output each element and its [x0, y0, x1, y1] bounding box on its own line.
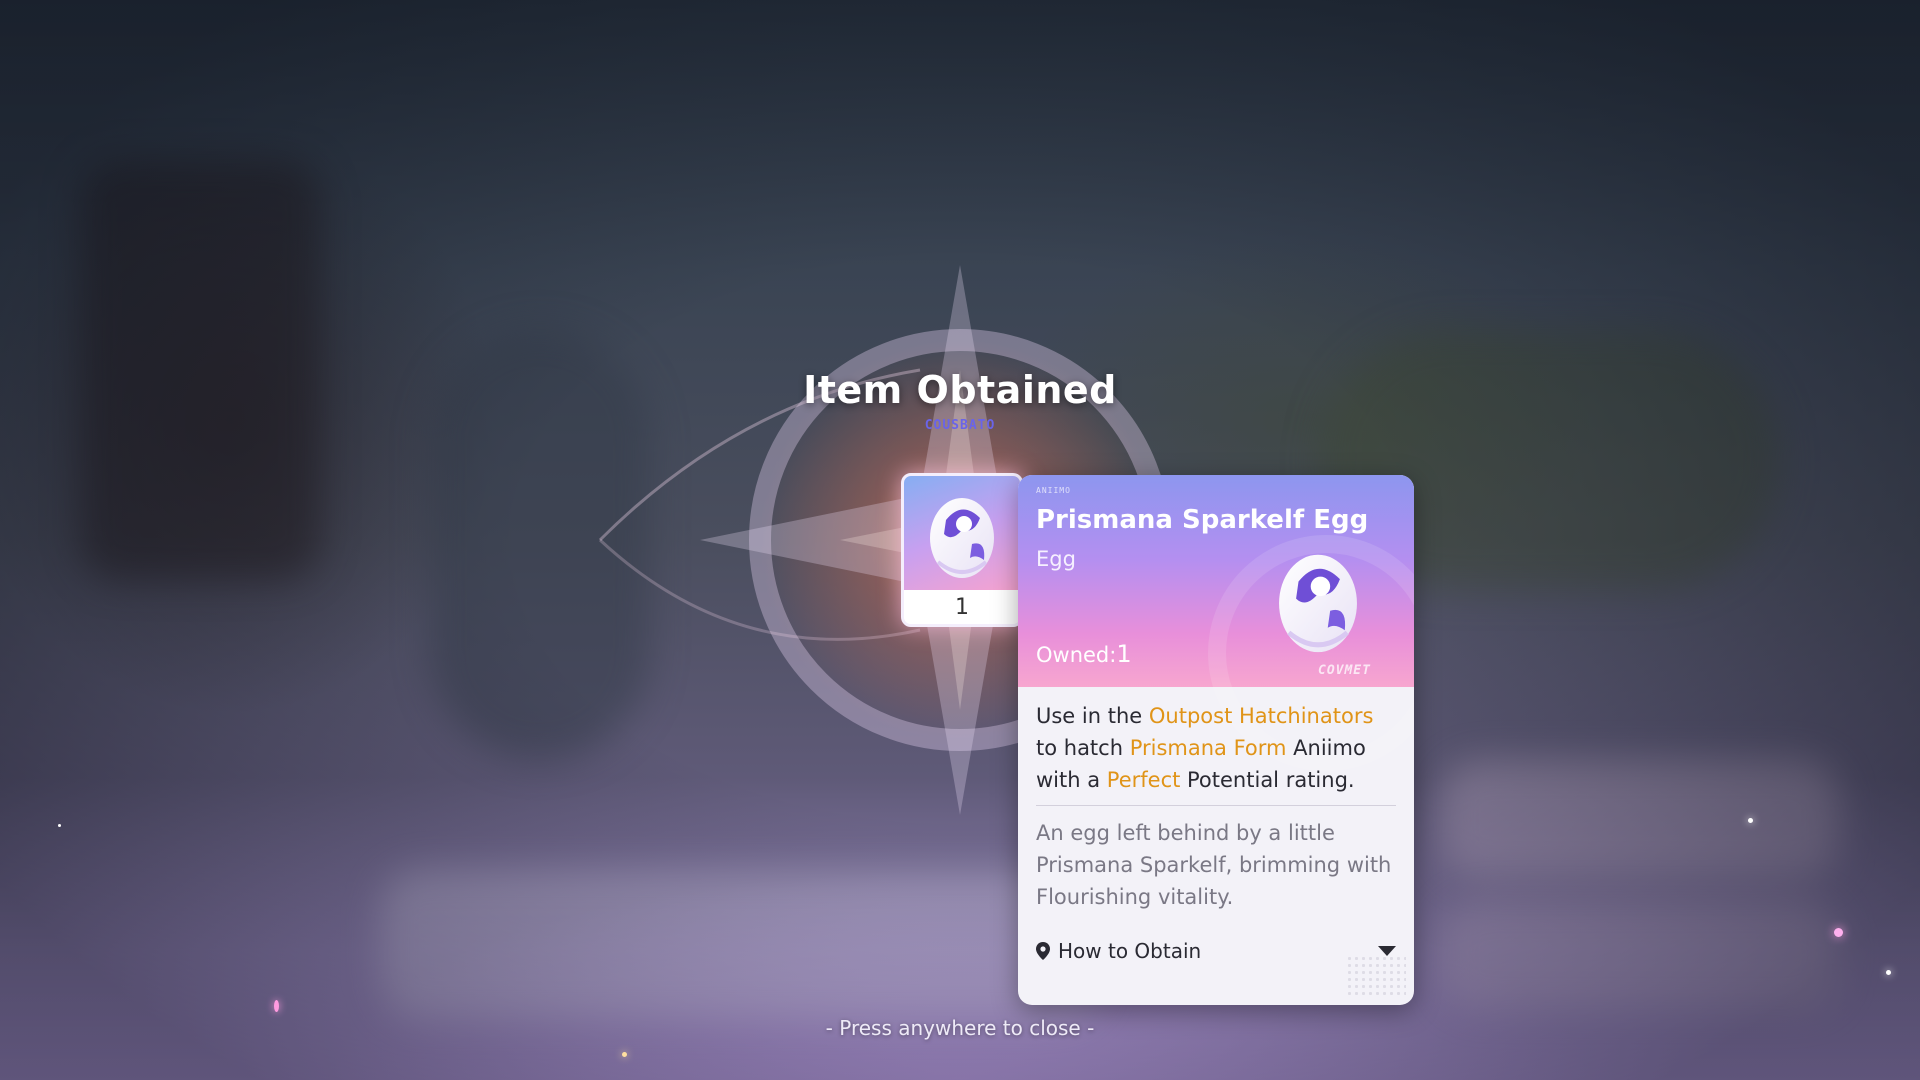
- how-to-obtain-toggle[interactable]: How to Obtain: [1036, 937, 1396, 965]
- item-count: 1: [904, 592, 1020, 624]
- description-highlight: Outpost Hatchinators: [1148, 704, 1374, 728]
- owned-label: Owned:: [1036, 643, 1117, 667]
- prismana-egg-icon: [1279, 554, 1357, 653]
- background-panel: [1440, 760, 1840, 880]
- owned-count: Owned:1: [1036, 640, 1132, 668]
- description-highlight: Prismana Form: [1129, 736, 1287, 760]
- owned-value: 1: [1116, 640, 1132, 668]
- item-flavor-text: An egg left behind by a little Prismana …: [1036, 821, 1392, 909]
- card-tag: ANIIMO: [1036, 486, 1071, 495]
- item-type: Egg: [1036, 547, 1076, 571]
- background-building: [80, 160, 320, 580]
- item-slot[interactable]: 1: [901, 473, 1023, 627]
- prismana-egg-icon: [930, 498, 994, 578]
- card-divider: [1036, 805, 1396, 806]
- location-pin-icon: [1036, 942, 1050, 960]
- description-text: Potential rating.: [1180, 768, 1355, 792]
- description-highlight: Perfect: [1106, 768, 1181, 792]
- card-watermark: COVMET: [1318, 663, 1371, 678]
- description-text: Use in the: [1036, 704, 1149, 728]
- sparkle-decoration: [58, 824, 61, 827]
- card-header: ANIIMO Prismana Sparkelf Egg Egg Owned:1…: [1018, 475, 1414, 771]
- how-to-obtain-label: How to Obtain: [1058, 939, 1202, 963]
- popup-title: Item Obtained: [803, 368, 1117, 412]
- sparkle-decoration: [1886, 970, 1891, 975]
- popup-subtitle: COUSBATO: [924, 418, 996, 433]
- item-detail-card: ANIIMO Prismana Sparkelf Egg Egg Owned:1…: [1018, 475, 1414, 1005]
- sparkle-decoration: [622, 1052, 627, 1057]
- item-description: Use in the Outpost Hatchinators to hatch…: [1036, 700, 1396, 796]
- sparkle-decoration: [274, 1000, 279, 1012]
- background-panel: [1440, 900, 1840, 1010]
- background-ground: [380, 870, 1100, 1020]
- description-text: to hatch: [1036, 736, 1130, 760]
- close-hint[interactable]: - Press anywhere to close -: [760, 1016, 1160, 1040]
- item-name: Prismana Sparkelf Egg: [1036, 505, 1369, 535]
- item-slot-art: [904, 476, 1020, 590]
- card-dot-pattern-decoration: [1346, 955, 1406, 999]
- sparkle-decoration: [1748, 818, 1753, 823]
- sparkle-decoration: [1834, 928, 1843, 937]
